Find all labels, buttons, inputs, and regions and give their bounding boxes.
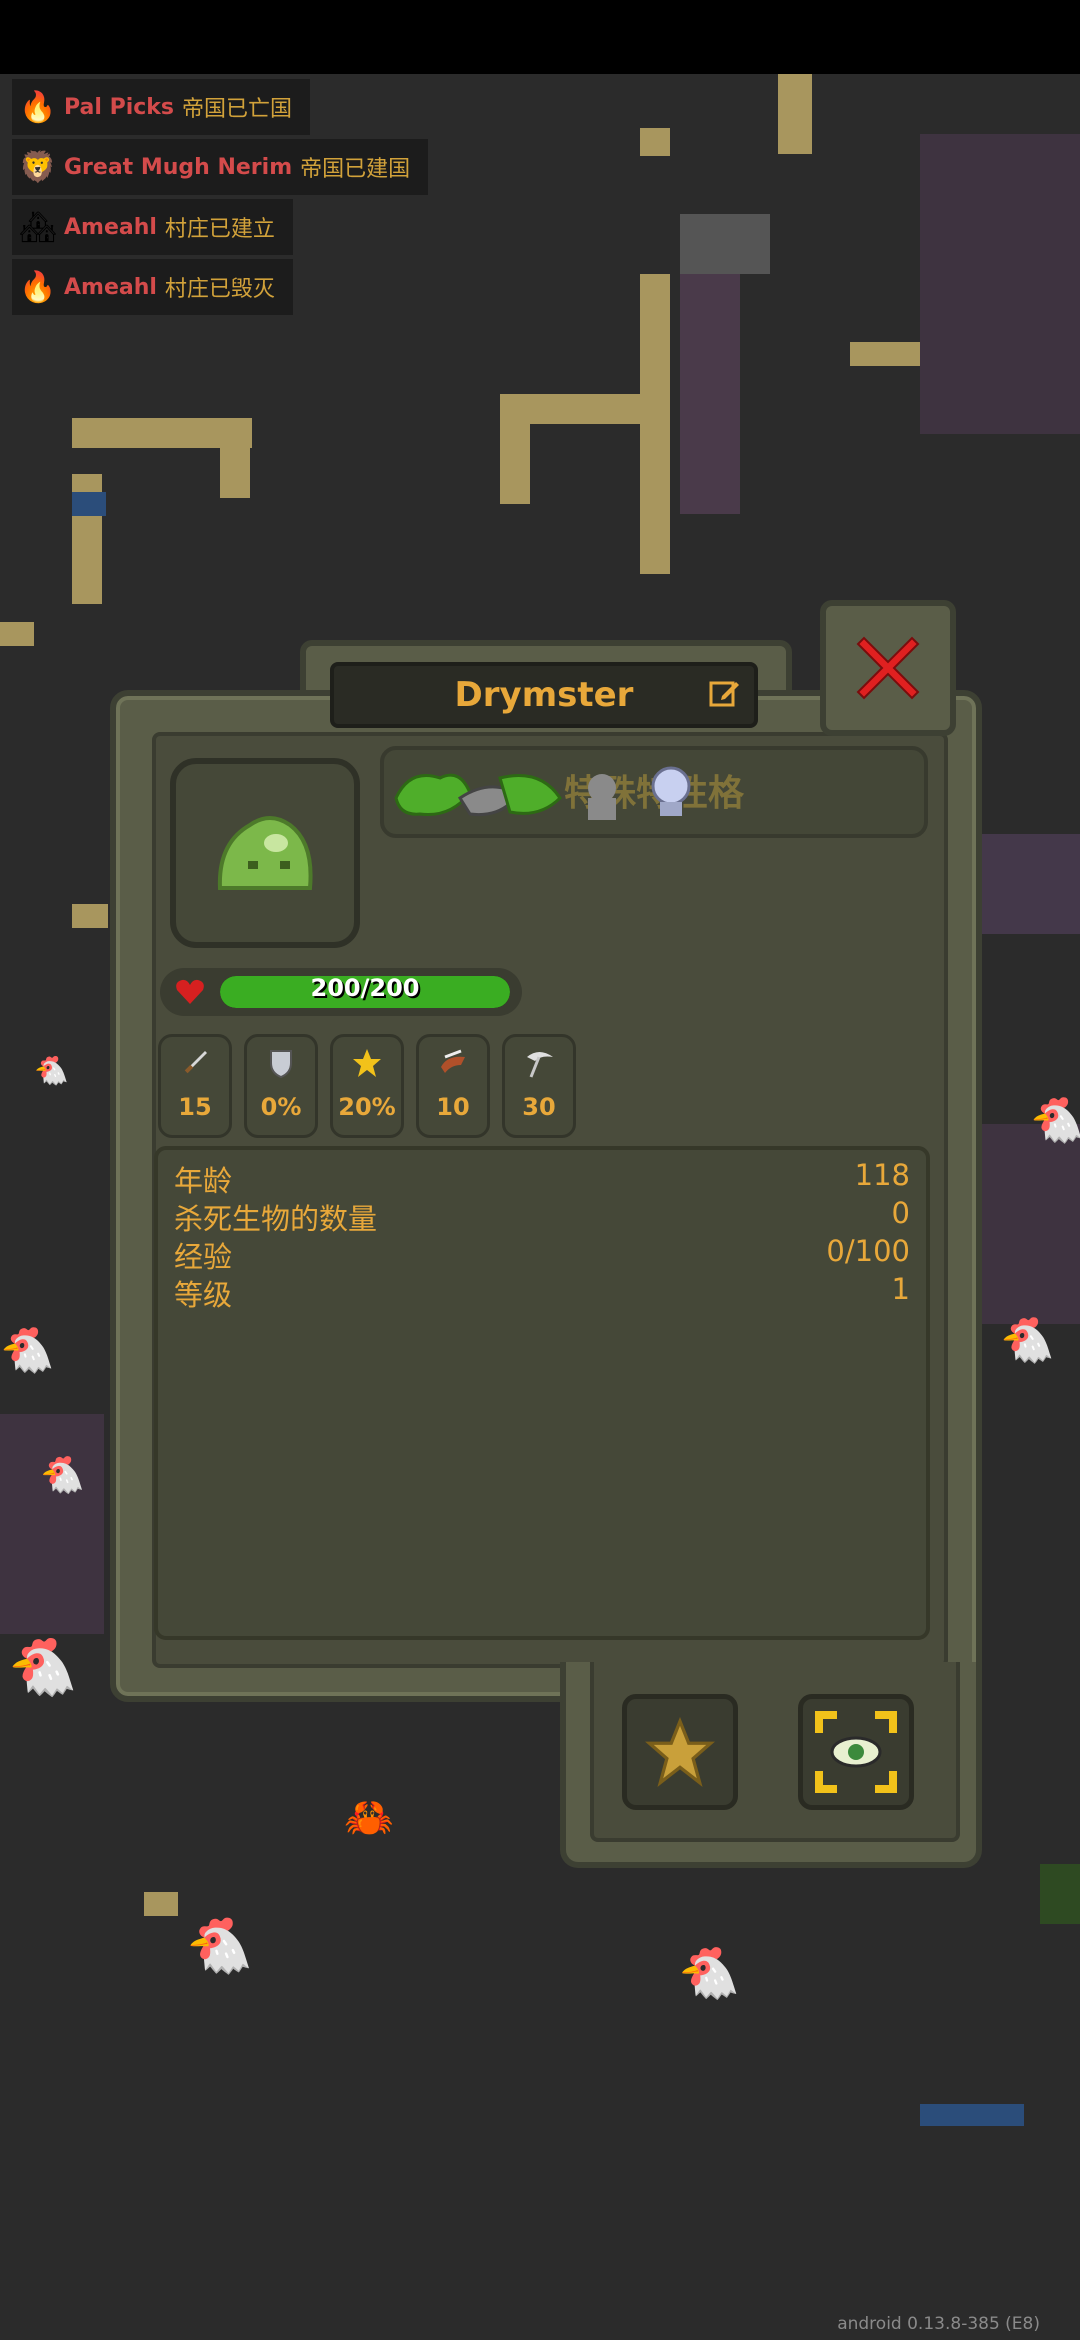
slime-icon — [217, 816, 313, 890]
house-icon: 🏘 — [18, 209, 58, 245]
info-value: 118 — [854, 1158, 910, 1192]
golem-trait-icon — [588, 774, 616, 802]
info-label: 经验 — [174, 1240, 233, 1274]
shield-icon — [270, 1050, 292, 1079]
unit-name: Drymster — [454, 675, 634, 715]
chicken[interactable]: 🐔 — [1030, 1094, 1080, 1146]
event-feed-item[interactable]: 🔥 Ameahl 村庄已毁灭 — [12, 259, 293, 315]
feed-message: 村庄已毁灭 — [164, 277, 275, 302]
chicken[interactable]: 🐔 — [40, 1454, 85, 1496]
stat-crit[interactable]: 20% — [330, 1034, 404, 1138]
feed-message: 村庄已建立 — [164, 217, 275, 242]
heart-icon — [176, 979, 204, 1004]
sand-path — [640, 128, 670, 156]
crab[interactable]: 🦀 — [344, 1794, 394, 1841]
stat-value: 15 — [178, 1093, 212, 1121]
version-label: android 0.13.8-385 (E8) — [837, 2314, 1040, 2334]
rock-tile — [970, 1124, 1080, 1324]
sand-path — [778, 74, 812, 154]
rock-tile — [970, 834, 1080, 934]
feed-name: Ameahl — [64, 214, 157, 240]
chicken[interactable]: 🐔 — [8, 1634, 78, 1700]
feed-name: Ameahl — [64, 274, 157, 300]
eye-focus-icon — [815, 1711, 897, 1793]
event-feed-item[interactable]: 🔥 Pal Picks 帝国已亡国 — [12, 79, 311, 135]
unit-name-box[interactable]: Drymster — [330, 662, 758, 728]
info-row-experience: 经验 0/100 — [174, 1234, 910, 1274]
stat-value: 30 — [522, 1093, 556, 1121]
info-label: 杀死生物的数量 — [174, 1202, 378, 1236]
info-label: 年龄 — [174, 1164, 233, 1198]
chicken[interactable]: 🐔 — [678, 1944, 740, 2003]
rock-tile — [680, 214, 770, 274]
close-icon — [856, 636, 920, 700]
unit-avatar[interactable] — [170, 758, 360, 948]
stat-value: 0% — [260, 1093, 302, 1121]
feed-name: Pal Picks — [64, 94, 175, 120]
info-row-level: 等级 1 — [174, 1272, 910, 1312]
grass-tile — [1040, 1864, 1080, 1924]
chicken[interactable]: 🐔 — [0, 1324, 55, 1376]
chicken[interactable]: 🐔 — [34, 1054, 69, 1087]
water-tile — [72, 492, 106, 516]
info-value: 0 — [891, 1196, 910, 1230]
sand-path — [72, 904, 108, 928]
status-bar — [0, 0, 1080, 74]
edit-icon[interactable] — [708, 676, 742, 710]
info-row-age: 年龄 118 — [174, 1158, 910, 1198]
favorite-button[interactable] — [622, 1694, 738, 1810]
stat-armor[interactable]: 0% — [244, 1034, 318, 1138]
water-tile — [920, 2104, 1024, 2126]
follow-camera-button[interactable] — [798, 1694, 914, 1810]
rock-tile — [920, 134, 1080, 434]
info-box: 年龄 118 杀死生物的数量 0 经验 0/100 等级 1 — [154, 1146, 930, 1640]
scythe-icon — [527, 1052, 553, 1078]
feed-message: 帝国已亡国 — [182, 97, 293, 122]
stat-value: 20% — [338, 1093, 396, 1121]
ghost-trait-icon — [651, 766, 691, 816]
fire-icon: 🔥 — [19, 89, 57, 125]
lion-icon: 🦁 — [19, 149, 57, 185]
speed-boot-icon — [441, 1049, 465, 1073]
sand-path — [144, 1892, 178, 1916]
event-feed-item[interactable]: 🦁 Great Mugh Nerim 帝国已建国 — [12, 139, 429, 195]
sand-path — [640, 274, 670, 574]
feed-message: 帝国已建国 — [300, 157, 411, 182]
feed-name: Great Mugh Nerim — [64, 154, 293, 180]
sand-path — [0, 622, 34, 646]
chicken[interactable]: 🐔 — [1000, 1314, 1055, 1366]
stat-speed[interactable]: 10 — [416, 1034, 490, 1138]
stat-value: 10 — [436, 1093, 470, 1121]
stat-attack-speed[interactable]: 30 — [502, 1034, 576, 1138]
event-feed-item[interactable]: 🏘 Ameahl 村庄已建立 — [12, 199, 293, 255]
trait-icons — [394, 773, 616, 820]
info-row-kills: 杀死生物的数量 0 — [174, 1196, 910, 1236]
info-label: 等级 — [174, 1278, 233, 1312]
close-button[interactable] — [820, 600, 956, 736]
info-value: 1 — [891, 1272, 910, 1306]
rock-tile — [0, 1414, 104, 1634]
rock-tile — [680, 274, 740, 514]
traits-bar[interactable]: 特殊特性格 — [380, 746, 928, 838]
sand-path — [220, 418, 250, 498]
health-text: 200/200 — [310, 974, 420, 1002]
star-icon — [645, 1717, 715, 1787]
stat-damage[interactable]: 15 — [158, 1034, 232, 1138]
slime-trait-icon — [498, 774, 562, 815]
fire-icon: 🔥 — [19, 269, 57, 305]
chicken[interactable]: 🐔 — [186, 1914, 253, 1978]
sand-path — [500, 394, 530, 504]
health-bar: 200/200 — [160, 968, 522, 1016]
sword-icon — [184, 1051, 207, 1074]
acid-trait-icon — [394, 773, 472, 817]
info-value: 0/100 — [826, 1234, 910, 1268]
crit-star-icon — [353, 1049, 381, 1077]
